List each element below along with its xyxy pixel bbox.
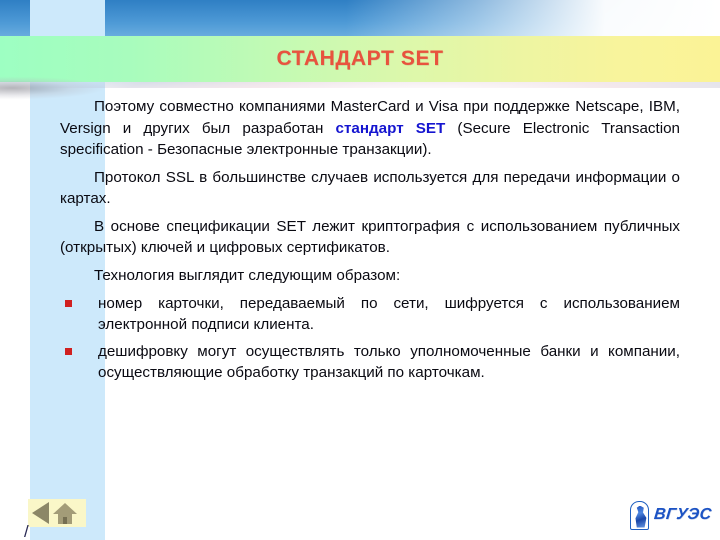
- paragraph-2: Протокол SSL в большинстве случаев испол…: [60, 168, 680, 208]
- slide-body: Поэтому совместно компаниями MasterCard …: [60, 96, 680, 389]
- list-item-label: номер карточки, передаваемый по сети, ши…: [98, 294, 680, 334]
- logo-figure-shape: [635, 505, 647, 528]
- paragraph-4: Технология выглядит следующим образом:: [94, 267, 401, 285]
- square-bullet-icon: [65, 299, 72, 307]
- back-arrow-icon[interactable]: [32, 502, 49, 524]
- bullet-list: номер карточки, передаваемый по сети, ши…: [60, 293, 680, 384]
- pen-squiggle-mark: /: [24, 522, 29, 540]
- slide: СТАНДАРТ SET Поэтому совместно компаниям…: [0, 0, 720, 540]
- navigation-bar: [28, 499, 86, 527]
- home-door-shape: [63, 517, 67, 524]
- paragraph-1-keyword: стандарт SET: [335, 119, 446, 137]
- paragraph-1: Поэтому совместно компаниями MasterCard …: [60, 96, 680, 161]
- home-icon[interactable]: [53, 502, 77, 524]
- logo-badge-icon: [630, 500, 650, 530]
- list-item: номер карточки, передаваемый по сети, ши…: [60, 293, 680, 336]
- logo-wordmark: ВГУЭС: [653, 506, 713, 523]
- paragraph-3: В основе спецификации SET лежит криптогр…: [60, 217, 680, 257]
- square-bullet-icon: [65, 347, 72, 355]
- page-title: СТАНДАРТ SET: [276, 47, 444, 70]
- list-item-label: дешифровку могут осуществлять только упо…: [98, 342, 680, 382]
- list-item: дешифровку могут осуществлять только упо…: [60, 341, 680, 384]
- organization-logo: ВГУЭС: [630, 498, 713, 532]
